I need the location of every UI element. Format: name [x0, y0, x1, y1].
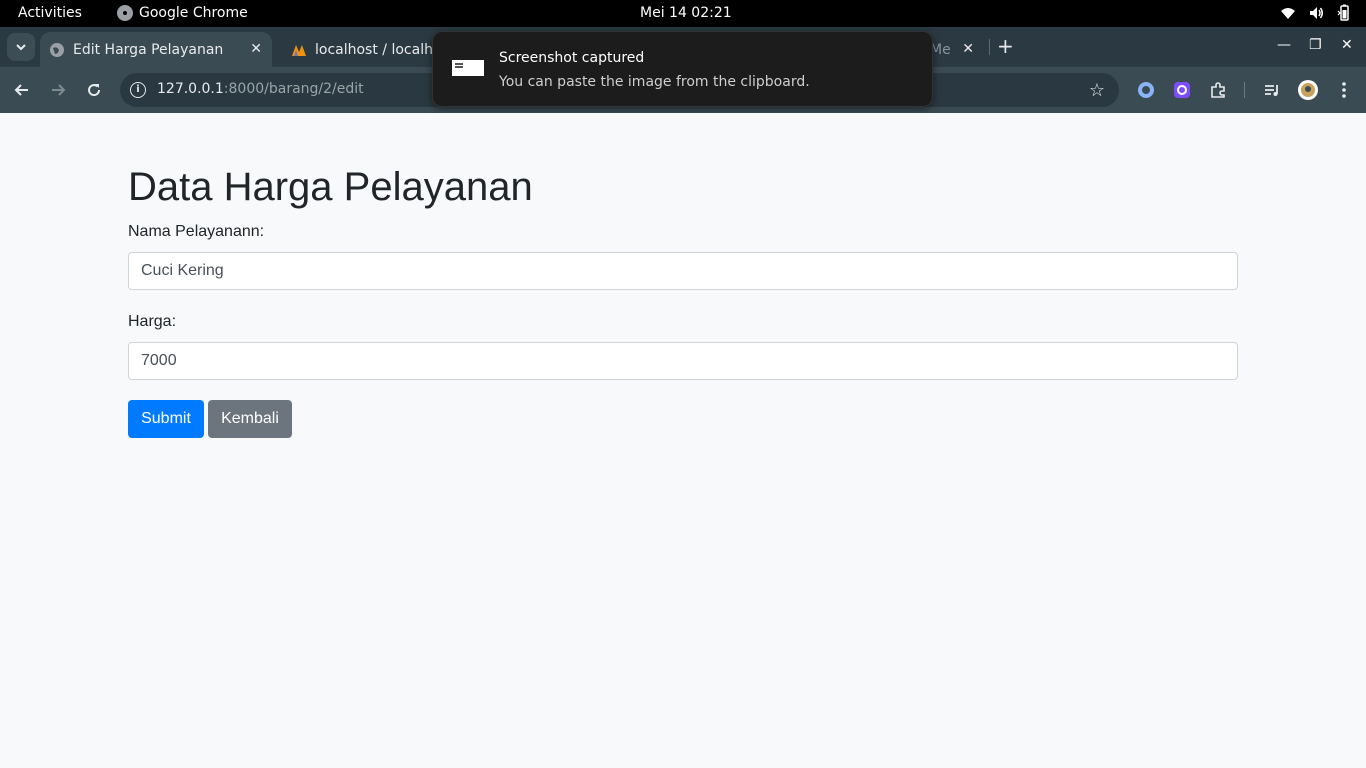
- page-title: Data Harga Pelayanan: [128, 165, 533, 209]
- volume-icon: [1310, 7, 1323, 19]
- close-tab-icon[interactable]: ✕: [962, 41, 974, 57]
- extension-1-icon[interactable]: [1136, 80, 1156, 100]
- price-input[interactable]: 7000: [128, 342, 1238, 380]
- url-path: :8000/barang/2/edit: [223, 81, 364, 97]
- reload-button[interactable]: [83, 79, 105, 101]
- restore-icon[interactable]: ❐: [1309, 37, 1322, 53]
- chrome-menu-icon[interactable]: [1334, 80, 1354, 100]
- forward-button[interactable]: [47, 79, 69, 101]
- page-content: Data Harga Pelayanan Nama Pelayanann: Cu…: [0, 113, 1366, 768]
- activities-button[interactable]: Activities: [18, 5, 82, 21]
- screenshot-thumbnail: [452, 60, 484, 76]
- bookmark-star-icon[interactable]: ☆: [1089, 80, 1105, 101]
- site-info-icon[interactable]: i: [130, 82, 146, 98]
- close-window-icon[interactable]: ✕: [1341, 37, 1353, 53]
- notification-title: Screenshot captured: [499, 50, 645, 66]
- chevron-down-icon: [16, 44, 26, 51]
- extensions-puzzle-icon[interactable]: [1208, 80, 1228, 100]
- tab-edit-harga[interactable]: Edit Harga Pelayanan ✕: [40, 32, 272, 67]
- close-tab-icon[interactable]: ✕: [250, 41, 262, 57]
- tab-third[interactable]: Me ✕: [930, 32, 980, 67]
- minimize-icon[interactable]: —: [1277, 37, 1291, 53]
- tab-title: localhost / localho: [315, 41, 442, 58]
- new-tab-button[interactable]: +: [997, 36, 1014, 56]
- service-name-label: Nama Pelayanann:: [128, 223, 265, 240]
- reload-icon: [88, 84, 101, 97]
- extension-2-icon[interactable]: [1172, 80, 1192, 100]
- back-button[interactable]: [11, 79, 33, 101]
- clock[interactable]: Mei 14 02:21: [640, 5, 732, 21]
- arrow-right-icon: [52, 84, 66, 96]
- tab-phpmyadmin[interactable]: localhost / localho: [282, 32, 442, 67]
- url-host: 127.0.0.1: [157, 81, 224, 97]
- back-button[interactable]: Kembali: [208, 400, 292, 438]
- screenshot-notification[interactable]: Screenshot captured You can paste the im…: [432, 31, 933, 107]
- profile-avatar[interactable]: [1298, 80, 1318, 100]
- service-name-input[interactable]: Cuci Kering: [128, 252, 1238, 290]
- chrome-icon: [117, 5, 133, 21]
- submit-button[interactable]: Submit: [128, 400, 204, 438]
- notification-body: You can paste the image from the clipboa…: [499, 74, 810, 90]
- system-tray[interactable]: [1280, 4, 1352, 22]
- battery-icon: [1337, 4, 1349, 21]
- arrow-left-icon: [14, 84, 28, 96]
- tab-title: Edit Harga Pelayanan: [73, 41, 224, 58]
- tab-search-button[interactable]: [7, 33, 35, 61]
- media-controls-icon[interactable]: [1262, 80, 1282, 100]
- app-menu[interactable]: Google Chrome: [117, 5, 248, 21]
- app-name: Google Chrome: [139, 5, 248, 21]
- price-label: Harga:: [128, 313, 177, 330]
- tab-separator: [989, 39, 990, 55]
- phpmyadmin-icon: [292, 44, 306, 56]
- system-top-bar: Activities Google Chrome Mei 14 02:21: [0, 0, 1366, 27]
- wifi-icon: [1281, 8, 1295, 19]
- tab-title: Me: [930, 41, 951, 58]
- url-text[interactable]: 127.0.0.1:8000/barang/2/edit: [157, 81, 364, 97]
- globe-icon: [50, 42, 64, 57]
- toolbar-separator: [1244, 82, 1245, 98]
